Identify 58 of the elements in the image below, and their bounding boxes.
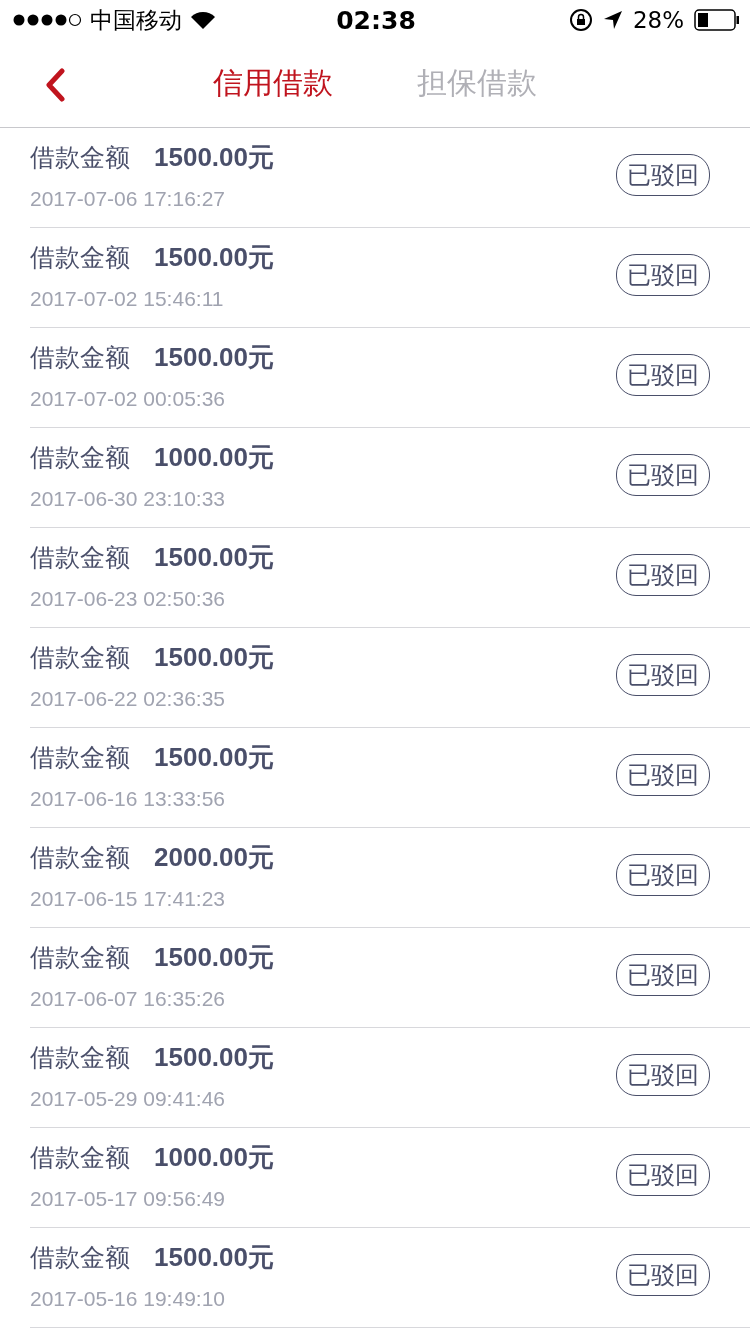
loan-date: 2017-06-16 13:33:56 [30, 787, 226, 811]
loan-amount: 1500.00元 [154, 941, 274, 974]
carrier-name: 中国移动 [90, 5, 182, 35]
clock-time: 02:38 [336, 5, 416, 35]
loan-amount: 1500.00元 [154, 1241, 274, 1274]
amount-label: 借款金额 [30, 1142, 130, 1174]
status-badge: 已驳回 [616, 1053, 710, 1096]
status-badge: 已驳回 [616, 253, 710, 296]
loan-date: 2017-05-17 09:56:49 [30, 1187, 226, 1211]
nav-tab[interactable]: 信用借款 [213, 59, 333, 108]
loan-date: 2017-06-30 23:10:33 [30, 487, 226, 511]
battery-percent: 28% [632, 7, 684, 33]
back-chevron-icon [44, 68, 66, 102]
loan-date: 2017-05-29 09:41:46 [30, 1087, 226, 1111]
loan-date: 2017-06-22 02:36:35 [30, 687, 226, 711]
signal-icon [12, 13, 82, 27]
loan-amount: 1500.00元 [154, 241, 274, 274]
amount-label: 借款金额 [30, 442, 130, 474]
amount-label: 借款金额 [30, 742, 130, 774]
status-badge: 已驳回 [616, 153, 710, 196]
loan-amount: 1500.00元 [154, 641, 274, 674]
loan-date: 2017-06-15 17:41:23 [30, 887, 226, 911]
status-badge: 已驳回 [616, 753, 710, 796]
loan-amount: 1500.00元 [154, 141, 274, 174]
loan-date: 2017-07-02 00:05:36 [30, 387, 226, 411]
amount-label: 借款金额 [30, 1242, 130, 1274]
location-arrow-icon [602, 10, 623, 30]
status-badge: 已驳回 [616, 1253, 710, 1296]
loan-date: 2017-07-06 17:16:27 [30, 187, 226, 211]
amount-label: 借款金额 [30, 242, 130, 274]
status-badge: 已驳回 [616, 553, 710, 596]
wifi-icon [190, 10, 216, 30]
status-badge: 已驳回 [616, 953, 710, 996]
status-badge: 已驳回 [616, 1153, 710, 1196]
amount-label: 借款金额 [30, 842, 130, 874]
status-badge: 已驳回 [616, 353, 710, 396]
loan-amount: 2000.00元 [154, 841, 274, 874]
loan-date: 2017-06-07 16:35:26 [30, 987, 226, 1011]
amount-label: 借款金额 [30, 642, 130, 674]
loan-amount: 1000.00元 [154, 441, 274, 474]
loan-amount: 1500.00元 [154, 541, 274, 574]
amount-label: 借款金额 [30, 942, 130, 974]
amount-label: 借款金额 [30, 342, 130, 374]
status-badge: 已驳回 [616, 853, 710, 896]
battery-icon [694, 9, 740, 31]
loan-date: 2017-07-02 15:46:11 [30, 287, 225, 311]
rotation-lock-icon [568, 8, 593, 32]
loan-amount: 1000.00元 [154, 1141, 274, 1174]
loan-amount: 1500.00元 [154, 741, 274, 774]
status-badge: 已驳回 [616, 453, 710, 496]
loan-amount: 1500.00元 [154, 1041, 274, 1074]
loan-amount: 1500.00元 [154, 341, 274, 374]
status-badge: 已驳回 [616, 653, 710, 696]
amount-label: 借款金额 [30, 142, 130, 174]
amount-label: 借款金额 [30, 542, 130, 574]
amount-label: 借款金额 [30, 1042, 130, 1074]
loan-date: 2017-05-16 19:49:10 [30, 1287, 226, 1311]
loan-date: 2017-06-23 02:50:36 [30, 587, 226, 611]
